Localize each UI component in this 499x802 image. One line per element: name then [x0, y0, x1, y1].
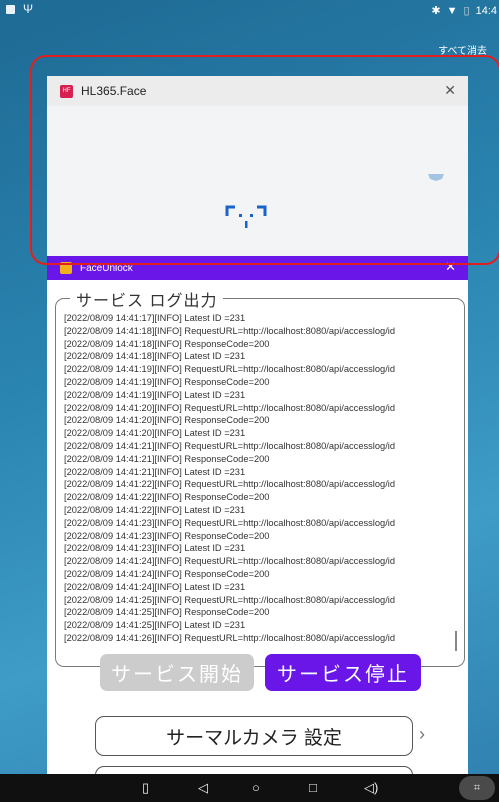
log-line: [2022/08/09 14:41:25][INFO] ResponseCode…	[64, 607, 270, 618]
status-bar: Ψ ✱ ▼ ▯ 14:4	[0, 0, 499, 24]
back-button[interactable]: ◁	[198, 781, 208, 795]
log-line: [2022/08/09 14:41:26][INFO] RequestURL=h…	[64, 632, 396, 643]
log-line: [2022/08/09 14:41:21][INFO] Latest ID =2…	[64, 466, 246, 477]
stop-service-button[interactable]: サービス停止	[265, 654, 421, 691]
log-line: [2022/08/09 14:41:21][INFO] RequestURL=h…	[64, 440, 396, 451]
service-log-panel[interactable]: サービス ログ出力 [2022/08/09 14:41:17][INFO] La…	[55, 287, 465, 667]
log-line: [2022/08/09 14:41:20][INFO] RequestURL=h…	[64, 402, 396, 413]
rotate-icon[interactable]: ▯	[142, 781, 149, 795]
log-line: [2022/08/09 14:41:19][INFO] ResponseCode…	[64, 376, 270, 387]
log-line: [2022/08/09 14:41:17][INFO] Latest ID =2…	[64, 313, 246, 323]
log-line: [2022/08/09 14:41:22][INFO] RequestURL=h…	[64, 479, 396, 490]
log-line: [2022/08/09 14:41:22][INFO] Latest ID =2…	[64, 504, 246, 515]
navigation-bar: ▯ ◁ ○ □ ◁) ⌗	[0, 774, 499, 802]
scrollbar[interactable]	[455, 631, 457, 651]
log-line: [2022/08/09 14:41:22][INFO] ResponseCode…	[64, 492, 270, 503]
clock: 14:4	[475, 4, 497, 17]
wifi-icon: ▼	[446, 4, 458, 17]
log-line: [2022/08/09 14:41:23][INFO] ResponseCode…	[64, 530, 270, 541]
recents-button[interactable]: □	[309, 781, 317, 795]
log-line: [2022/08/09 14:41:19][INFO] RequestURL=h…	[64, 364, 396, 375]
log-line: [2022/08/09 14:41:24][INFO] ResponseCode…	[64, 568, 270, 579]
home-button[interactable]: ○	[252, 781, 260, 795]
volume-icon[interactable]: ◁)	[364, 781, 378, 795]
log-line: [2022/08/09 14:41:21][INFO] ResponseCode…	[64, 453, 270, 464]
start-service-button[interactable]: サービス開始	[100, 654, 254, 691]
log-line: [2022/08/09 14:41:19][INFO] Latest ID =2…	[64, 389, 246, 400]
battery-icon: ▯	[463, 5, 470, 17]
log-line: [2022/08/09 14:41:20][INFO] ResponseCode…	[64, 415, 270, 426]
screenshot-icon[interactable]: ⌗	[459, 776, 495, 800]
chevron-right-icon[interactable]: ›	[419, 724, 425, 745]
log-panel-title: サービス ログ出力	[70, 287, 224, 311]
log-line: [2022/08/09 14:41:25][INFO] RequestURL=h…	[64, 594, 396, 605]
log-line: [2022/08/09 14:41:23][INFO] RequestURL=h…	[64, 517, 396, 528]
usb-icon: Ψ	[23, 2, 34, 16]
bluetooth-icon: ✱	[431, 5, 441, 17]
log-list[interactable]: [2022/08/09 14:41:17][INFO] Latest ID =2…	[64, 312, 446, 658]
image-notification-icon	[6, 4, 15, 14]
recent-app-card-faceunlock[interactable]: FaceUnlock ✕ サービス ログ出力 [2022/08/09 14:41…	[47, 256, 468, 802]
log-line: [2022/08/09 14:41:20][INFO] Latest ID =2…	[64, 428, 246, 439]
log-line: [2022/08/09 14:41:23][INFO] Latest ID =2…	[64, 543, 246, 554]
log-line: [2022/08/09 14:41:18][INFO] RequestURL=h…	[64, 325, 396, 336]
log-line: [2022/08/09 14:41:25][INFO] Latest ID =2…	[64, 620, 246, 631]
log-line: [2022/08/09 14:41:18][INFO] Latest ID =2…	[64, 351, 246, 362]
thermal-camera-settings-button[interactable]: サーマルカメラ 設定	[95, 716, 413, 756]
log-line: [2022/08/09 14:41:18][INFO] ResponseCode…	[64, 338, 270, 349]
highlight-annotation	[30, 55, 499, 265]
log-line: [2022/08/09 14:41:24][INFO] RequestURL=h…	[64, 556, 396, 567]
log-line: [2022/08/09 14:41:24][INFO] Latest ID =2…	[64, 581, 246, 592]
